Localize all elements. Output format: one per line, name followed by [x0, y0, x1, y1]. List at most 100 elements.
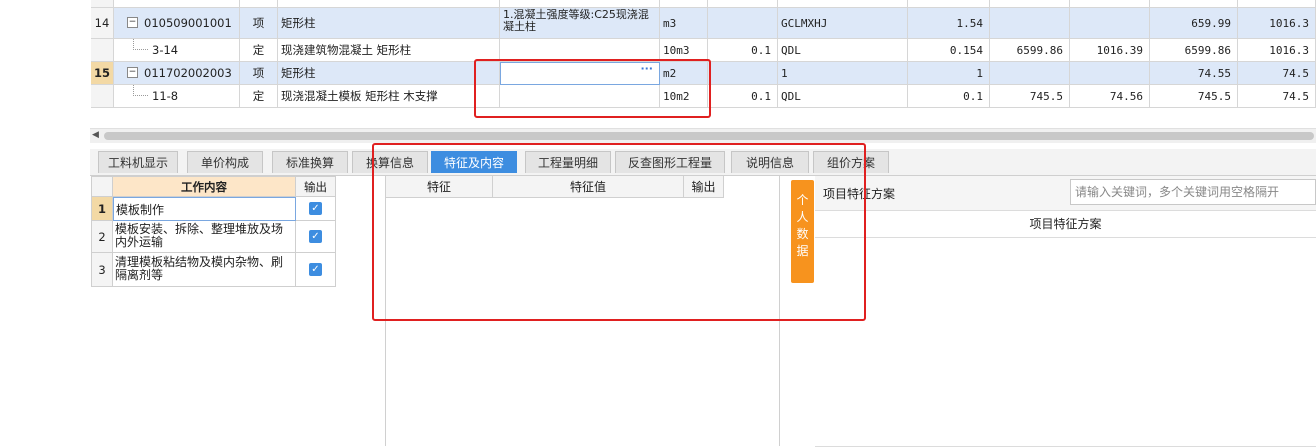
cell-feature[interactable] — [500, 85, 660, 108]
work-item-text[interactable]: 模板安装、拆除、整理堆放及场内外运输 — [113, 221, 296, 253]
cell-c4[interactable]: 745.5 — [1150, 85, 1238, 108]
cell-rn — [91, 39, 114, 62]
output-header: 输出 — [296, 176, 336, 197]
cell-rn — [91, 85, 114, 108]
cell-c1[interactable]: 0.1 — [908, 85, 990, 108]
cell-type[interactable]: 项 — [240, 8, 278, 39]
cell-code[interactable]: −011702002003 — [114, 62, 240, 85]
cell-c3[interactable]: 1016.39 — [1070, 39, 1150, 62]
table-row[interactable]: 15−011702002003 项矩形柱 ··· m2 1 1 74.55 74.5 — [0, 62, 1316, 85]
table-row[interactable]: 14−010509001001 项矩形柱 1.混凝土强度等级:C25现浇混凝土柱 m3… — [0, 8, 1316, 39]
output-cell: ✓ — [296, 221, 336, 253]
output-checkbox[interactable]: ✓ — [309, 202, 322, 215]
cell-expr[interactable]: QDL — [778, 85, 908, 108]
cell-feature[interactable]: ··· — [500, 62, 660, 85]
scroll-left-icon[interactable]: ◀ — [92, 130, 99, 140]
collapse-icon[interactable]: − — [127, 17, 138, 28]
tab-unit-price-composition[interactable]: 单价构成 — [187, 151, 263, 173]
cell-name[interactable]: 现浇建筑物混凝土 矩形柱 — [278, 39, 500, 62]
cell-c2[interactable] — [990, 8, 1070, 39]
scheme-list — [815, 238, 1316, 447]
tab-standard-conversion[interactable]: 标准换算 — [272, 151, 348, 173]
item-code: 11-8 — [152, 89, 179, 103]
cell-c1[interactable]: 0.154 — [908, 39, 990, 62]
output-checkbox[interactable]: ✓ — [309, 230, 322, 243]
cell-qty[interactable]: 0.1 — [708, 85, 778, 108]
feature-column-header[interactable]: 特征 — [386, 176, 493, 198]
row-number: 3 — [91, 253, 113, 287]
cell-expr[interactable]: QDL — [778, 39, 908, 62]
feature-value-column-header[interactable]: 特征值 — [493, 176, 684, 198]
cell-c1[interactable]: 1 — [908, 62, 990, 85]
work-item-text[interactable]: 模板制作 — [113, 197, 296, 221]
output-column-header[interactable]: 输出 — [684, 176, 724, 198]
tab-reverse-graphic-quantity[interactable]: 反查图形工程量 — [615, 151, 725, 173]
row-number: 1 — [91, 197, 113, 221]
cell-type[interactable]: 定 — [240, 85, 278, 108]
work-item-text[interactable]: 清理模板粘结物及模内杂物、刷隔离剂等 — [113, 253, 296, 287]
cell-unit[interactable]: 10m3 — [660, 39, 708, 62]
feature-value-table: 特征 特征值 输出 — [385, 176, 780, 446]
cell-code[interactable]: −010509001001 — [114, 8, 240, 39]
cell-c3[interactable]: 74.56 — [1070, 85, 1150, 108]
personal-data-label: 个人数据 — [796, 193, 809, 258]
tab-features-content[interactable]: 特征及内容 — [431, 151, 517, 173]
cell-c5[interactable]: 1016.3 — [1238, 8, 1316, 39]
detail-tab-bar: 工料机显示 单价构成 标准换算 换算信息 特征及内容 工程量明细 反查图形工程量… — [90, 149, 1316, 176]
tab-quantity-detail[interactable]: 工程量明细 — [525, 151, 611, 173]
cell-code[interactable]: 11-8 — [114, 85, 240, 108]
tab-labor-material-machine[interactable]: 工料机显示 — [98, 151, 178, 173]
scheme-search-input[interactable] — [1070, 179, 1316, 205]
cell-type[interactable]: 项 — [240, 62, 278, 85]
cell-qty[interactable]: 0.1 — [708, 39, 778, 62]
cell-name[interactable]: 现浇混凝土模板 矩形柱 木支撑 — [278, 85, 500, 108]
cell-c4[interactable]: 6599.86 — [1150, 39, 1238, 62]
cell-c4[interactable]: 659.99 — [1150, 8, 1238, 39]
cell-name[interactable]: 矩形柱 — [278, 8, 500, 39]
cell-feature[interactable]: 1.混凝土强度等级:C25现浇混凝土柱 — [500, 8, 660, 39]
cell-c5[interactable]: 1016.3 — [1238, 39, 1316, 62]
work-content-header: 工作内容 — [113, 176, 296, 197]
cell-name[interactable]: 矩形柱 — [278, 62, 500, 85]
cell-expr[interactable]: GCLMXHJ — [778, 8, 908, 39]
cell-qty[interactable] — [708, 62, 778, 85]
cell-c1[interactable]: 1.54 — [908, 8, 990, 39]
ellipsis-button[interactable]: ··· — [640, 63, 653, 75]
cell-c2[interactable]: 745.5 — [990, 85, 1070, 108]
cell-c2[interactable] — [990, 62, 1070, 85]
tab-conversion-info[interactable]: 换算信息 — [352, 151, 428, 173]
cell-c4[interactable]: 74.55 — [1150, 62, 1238, 85]
cell-rn: 15 — [91, 62, 114, 85]
feature-scheme-panel: 项目特征方案 项目特征方案 — [815, 176, 1316, 447]
table-row[interactable]: 3-14 定现浇建筑物混凝土 矩形柱 10m3 0.1 QDL 0.154 6599.86 1… — [0, 39, 1316, 62]
output-cell: ✓ — [296, 197, 336, 221]
cell-code[interactable]: 3-14 — [114, 39, 240, 62]
bill-grid: 14−010509001001 项矩形柱 1.混凝土强度等级:C25现浇混凝土柱 m3… — [0, 0, 1316, 120]
cell-unit[interactable]: 10m2 — [660, 85, 708, 108]
scheme-label: 项目特征方案 — [823, 187, 896, 201]
tab-description[interactable]: 说明信息 — [731, 151, 809, 173]
cell-rn: 14 — [91, 8, 114, 39]
personal-data-button[interactable]: 个人数据 — [791, 180, 814, 283]
item-code: 011702002003 — [144, 66, 232, 80]
tab-pricing-scheme[interactable]: 组价方案 — [813, 151, 889, 173]
collapse-icon[interactable]: − — [127, 67, 138, 78]
cell-c3[interactable] — [1070, 62, 1150, 85]
cell-type[interactable]: 定 — [240, 39, 278, 62]
cell-feature[interactable] — [500, 39, 660, 62]
tree-connector — [133, 85, 148, 96]
cell-qty[interactable] — [708, 8, 778, 39]
cell-c2[interactable]: 6599.86 — [990, 39, 1070, 62]
row-number: 2 — [91, 221, 113, 253]
cell-c5[interactable]: 74.5 — [1238, 85, 1316, 108]
cell-unit[interactable]: m2 — [660, 62, 708, 85]
cell-unit[interactable]: m3 — [660, 8, 708, 39]
scrollbar-thumb[interactable] — [104, 132, 1314, 140]
cell-expr[interactable]: 1 — [778, 62, 908, 85]
output-checkbox[interactable]: ✓ — [309, 263, 322, 276]
cell-c5[interactable]: 74.5 — [1238, 62, 1316, 85]
cell-c3[interactable] — [1070, 8, 1150, 39]
horizontal-scrollbar[interactable]: ◀ — [90, 128, 1316, 143]
scheme-column-header[interactable]: 项目特征方案 — [815, 210, 1316, 238]
table-row[interactable]: 11-8 定现浇混凝土模板 矩形柱 木支撑 10m2 0.1 QDL 0.1 745.5 74… — [0, 85, 1316, 108]
